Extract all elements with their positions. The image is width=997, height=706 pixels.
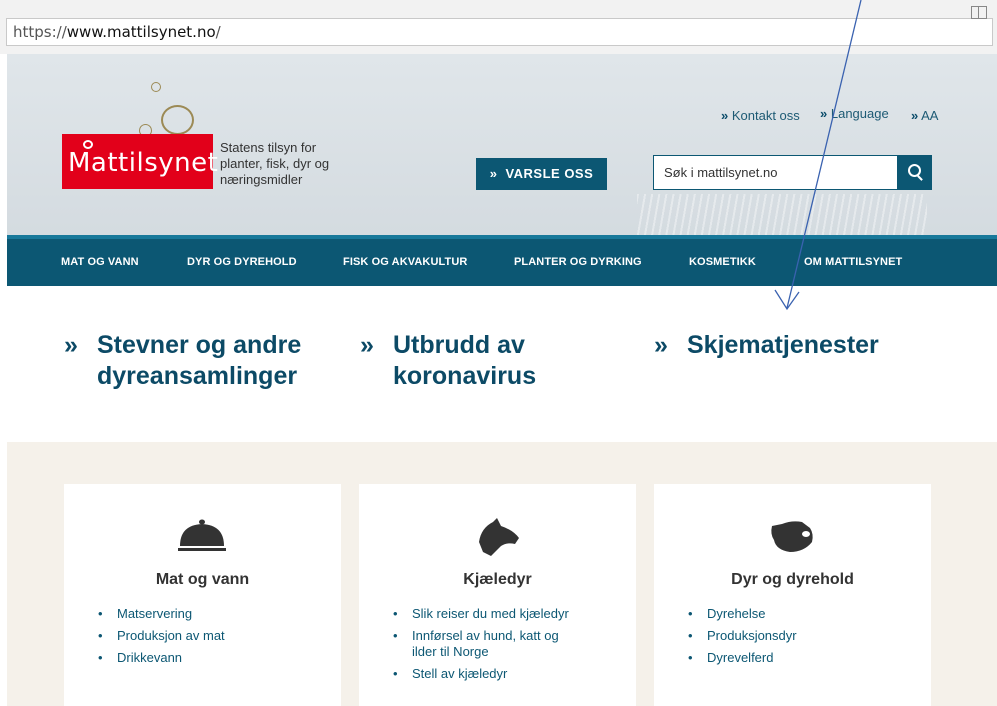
featured-link-line: Skjematjenester xyxy=(687,331,879,359)
featured-link-line: Stevner og andre xyxy=(97,331,302,359)
card-link[interactable]: Dyrevelferd xyxy=(686,650,916,666)
nav-item-fisk-og-akvakultur[interactable]: FISK OG AKVAKULTUR xyxy=(343,239,467,286)
tagline: Statens tilsyn for planter, fisk, dyr og… xyxy=(220,140,329,188)
featured-link-line: dyreansamlinger xyxy=(97,362,298,390)
language-link[interactable]: » Language xyxy=(820,106,889,121)
card-link[interactable]: Matservering xyxy=(96,606,326,622)
card-link-label: Matservering xyxy=(117,606,193,621)
card-link-label: Dyrevelferd xyxy=(707,650,774,665)
card-link[interactable]: Dyrehelse xyxy=(686,606,916,622)
nav-item-dyr-og-dyrehold[interactable]: DYR OG DYREHOLD xyxy=(187,239,297,286)
chevron-right-icon: » xyxy=(64,331,78,359)
topic-card-mat-og-vann: Mat og vann Matservering Produksjon av m… xyxy=(64,484,341,706)
pig-head-icon xyxy=(771,521,813,552)
text-size-link-label: AA xyxy=(921,108,939,123)
main-nav: MAT OG VANN DYR OG DYREHOLD FISK OG AKVA… xyxy=(7,235,997,286)
card-link-label: Produksjon av mat xyxy=(117,628,225,643)
card-title[interactable]: Kjæledyr xyxy=(359,571,636,589)
text-size-link[interactable]: » AA xyxy=(911,108,938,123)
card-link-label: ilder til Norge xyxy=(412,644,489,659)
card-link-label: Produksjonsdyr xyxy=(707,628,797,643)
reader-view-icon[interactable] xyxy=(971,6,987,19)
url-prefix: https:// xyxy=(13,23,67,41)
browser-address-bar: https://www.mattilsynet.no/ xyxy=(0,0,997,54)
card-link-list: Dyrehelse Produksjonsdyr Dyrevelferd xyxy=(686,606,916,672)
card-link-list: Slik reiser du med kjæledyr Innførsel av… xyxy=(391,606,621,688)
logo-bubble-white xyxy=(83,140,93,149)
card-link-label: Slik reiser du med kjæledyr xyxy=(412,606,569,621)
card-link-list: Matservering Produksjon av mat Drikkevan… xyxy=(96,606,326,672)
card-title[interactable]: Dyr og dyrehold xyxy=(654,571,931,589)
topic-card-dyr-og-dyrehold: Dyr og dyrehold Dyrehelse Produksjonsdyr… xyxy=(654,484,931,706)
logo-text: Mattilsynet xyxy=(68,148,219,178)
language-link-label: Language xyxy=(830,106,889,121)
chevron-right-icon: » xyxy=(489,166,498,181)
dog-head-icon xyxy=(479,518,519,556)
featured-link-line: koronavirus xyxy=(393,362,537,390)
contact-link-label: Kontakt oss xyxy=(731,108,800,123)
chevron-right-icon: » xyxy=(654,331,668,359)
logo-bubble-large xyxy=(161,105,194,135)
chevron-right-icon: » xyxy=(911,108,919,123)
nav-item-om-mattilsynet[interactable]: OM MATTILSYNET xyxy=(804,239,902,286)
url-field[interactable]: https://www.mattilsynet.no/ xyxy=(6,18,993,46)
tagline-line: planter, fisk, dyr og xyxy=(220,156,330,171)
logo-bubble-small xyxy=(151,82,161,92)
site-header: Mattilsynet Statens tilsyn for planter, … xyxy=(7,54,997,235)
food-cloche-icon xyxy=(178,519,226,551)
nav-item-planter-og-dyrking[interactable]: PLANTER OG DYRKING xyxy=(514,239,642,286)
card-link[interactable]: Produksjonsdyr xyxy=(686,628,916,644)
card-link-label: Innførsel av hund, katt og xyxy=(412,628,559,643)
contact-link[interactable]: » Kontakt oss xyxy=(721,108,800,123)
nav-item-mat-og-vann[interactable]: MAT OG VANN xyxy=(61,239,139,286)
card-link[interactable]: Innførsel av hund, katt ogilder til Norg… xyxy=(391,628,621,660)
card-link-label: Dyrehelse xyxy=(707,606,766,621)
chevron-right-icon: » xyxy=(820,106,828,121)
report-button[interactable]: » VARSLE OSS xyxy=(476,158,607,190)
url-domain: www.mattilsynet.no xyxy=(66,23,216,41)
card-link[interactable]: Produksjon av mat xyxy=(96,628,326,644)
nav-item-kosmetikk[interactable]: KOSMETIKK xyxy=(689,239,756,286)
card-link[interactable]: Slik reiser du med kjæledyr xyxy=(391,606,621,622)
card-link[interactable]: Drikkevann xyxy=(96,650,326,666)
topic-card-kjaeledyr: Kjæledyr Slik reiser du med kjæledyr Inn… xyxy=(359,484,636,706)
featured-link-line: Utbrudd av xyxy=(393,331,525,359)
card-link-label: Drikkevann xyxy=(117,650,183,665)
url-suffix: / xyxy=(215,23,221,41)
chevron-right-icon: » xyxy=(721,108,729,123)
search-icon[interactable] xyxy=(898,155,932,190)
tagline-line: Statens tilsyn for xyxy=(220,140,317,155)
annotation-arrow-head xyxy=(774,289,800,311)
card-link[interactable]: Stell av kjæledyr xyxy=(391,666,621,682)
report-button-label: VARSLE OSS xyxy=(505,166,594,181)
grass-decoration xyxy=(637,194,927,235)
card-link-label: Stell av kjæledyr xyxy=(412,666,508,681)
featured-link-skjematjenester[interactable]: » Skjematjenester xyxy=(654,330,879,361)
card-title[interactable]: Mat og vann xyxy=(64,571,341,589)
tagline-line: næringsmidler xyxy=(220,172,303,187)
featured-link-stevner[interactable]: » Stevner og andre dyreansamlinger xyxy=(64,330,301,392)
featured-link-koronavirus[interactable]: » Utbrudd av koronavirus xyxy=(360,330,536,392)
chevron-right-icon: » xyxy=(360,331,374,359)
search-bar: Søk i mattilsynet.no xyxy=(653,155,932,190)
search-input[interactable]: Søk i mattilsynet.no xyxy=(653,155,898,190)
